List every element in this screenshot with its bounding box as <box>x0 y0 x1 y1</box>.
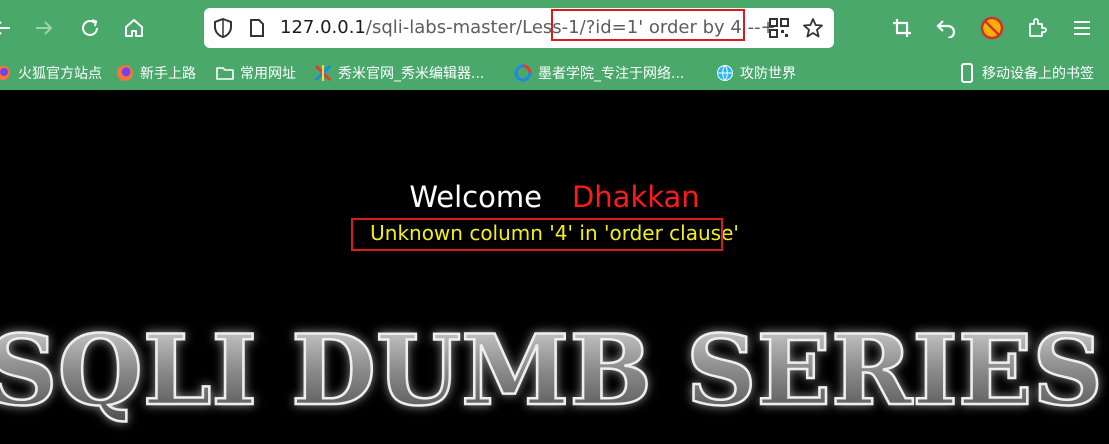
url-highlight-box <box>551 9 745 41</box>
bookmark-mobile[interactable]: 移动设备上的书签 <box>958 56 1094 90</box>
forward-arrow-icon <box>36 21 53 35</box>
qr-code-icon[interactable] <box>768 17 790 39</box>
xiumi-icon <box>314 64 332 82</box>
welcome-text: Welcome <box>409 180 542 214</box>
banner-text: SQLI DUMB SERIES <box>0 318 1103 427</box>
bookmark-label: 秀米官网_秀米编辑器... <box>338 66 485 82</box>
bookmark-firefox-official[interactable]: 火狐官方站点 <box>0 56 102 90</box>
bookmark-label: 攻防世界 <box>740 66 796 82</box>
crop-icon <box>893 19 911 37</box>
bookmark-folder-common[interactable]: 常用网址 <box>216 56 296 90</box>
address-bar[interactable]: 127.0.0.1/sqli-labs-master/Less-1/?id=1'… <box>204 8 834 48</box>
home-icon <box>125 19 143 37</box>
browser-toolbar: 127.0.0.1/sqli-labs-master/Less-1/?id=1'… <box>0 0 1109 56</box>
user-name: Dhakkan <box>571 180 700 214</box>
welcome-line: Welcome Dhakkan <box>0 180 1109 214</box>
back-arrow-icon <box>0 21 10 35</box>
hamburger-menu-icon <box>1074 21 1090 35</box>
firefox-icon <box>0 64 12 82</box>
crop-button[interactable] <box>886 12 918 44</box>
bookmarks-bar: 火狐官方站点 新手上路 常用网址 秀米官网_秀米编辑器... 墨者学院_专注于网… <box>0 56 1109 90</box>
globe-icon <box>716 64 734 82</box>
bookmark-star-icon[interactable] <box>802 17 824 39</box>
sqli-dumb-series-banner: SQLI DUMB SERIES <box>0 318 1109 444</box>
bookmark-label: 墨者学院_专注于网络... <box>538 66 685 82</box>
reload-icon <box>82 19 98 36</box>
bookmark-label: 常用网址 <box>240 66 296 82</box>
mozhe-icon <box>514 64 532 82</box>
folder-icon <box>216 64 234 82</box>
bookmark-gongfang[interactable]: 攻防世界 <box>716 56 796 90</box>
bookmark-xiumi[interactable]: 秀米官网_秀米编辑器... <box>314 56 484 90</box>
forward-button[interactable] <box>28 12 60 44</box>
back-button[interactable] <box>0 12 18 44</box>
firefox-icon <box>116 64 134 82</box>
bookmark-label: 火狐官方站点 <box>18 66 102 82</box>
page-icon[interactable] <box>246 17 268 39</box>
extensions-button[interactable] <box>1021 12 1053 44</box>
url-host: 127.0.0.1 <box>280 17 366 38</box>
undo-button[interactable] <box>930 12 962 44</box>
reload-button[interactable] <box>74 12 106 44</box>
puzzle-icon <box>1029 18 1047 37</box>
mobile-icon <box>958 63 976 83</box>
error-highlight-box <box>351 218 723 251</box>
shield-icon[interactable] <box>212 17 234 39</box>
no-entry-icon <box>980 16 1004 40</box>
bookmark-getting-started[interactable]: 新手上路 <box>116 56 196 90</box>
bookmark-label: 新手上路 <box>140 66 196 82</box>
undo-arrow-icon <box>936 20 956 38</box>
home-button[interactable] <box>118 12 150 44</box>
bookmark-mozhe[interactable]: 墨者学院_专注于网络... <box>514 56 684 90</box>
page-content: Welcome Dhakkan Unknown column '4' in 'or… <box>0 90 1109 444</box>
menu-button[interactable] <box>1066 12 1098 44</box>
blocker-extension-button[interactable] <box>976 12 1008 44</box>
bookmark-label: 移动设备上的书签 <box>982 66 1094 82</box>
